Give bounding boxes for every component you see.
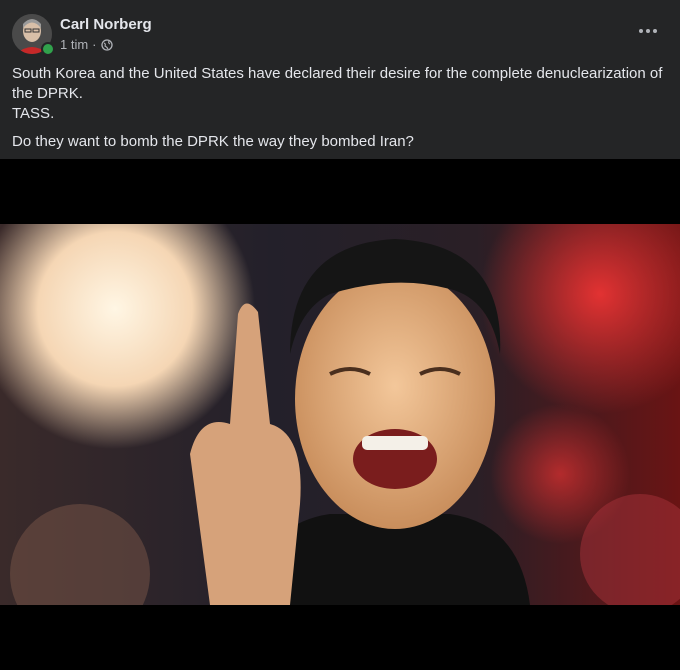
post-time[interactable]: 1 tim [60,37,88,52]
post-card: Carl Norberg 1 tim · South Korea and the… [0,0,680,670]
globe-icon[interactable] [100,38,113,51]
dot [653,29,657,33]
post-meta: 1 tim · [60,37,113,52]
post-header: Carl Norberg 1 tim · [12,13,668,57]
more-options-icon[interactable] [636,21,660,41]
post-text: South Korea and the United States have d… [12,64,668,160]
photo-illustration [0,224,680,605]
dot [646,29,650,33]
dot [639,29,643,33]
post-text-line-2: TASS. [12,105,55,122]
post-media[interactable] [0,159,680,670]
meta-separator: · [92,37,97,52]
post-text-line-3: Do they want to bomb the DPRK the way th… [12,133,414,150]
post-photo[interactable] [0,224,680,605]
author-name[interactable]: Carl Norberg [60,16,152,33]
online-status-dot [41,42,55,56]
post-text-line-1: South Korea and the United States have d… [12,65,663,102]
